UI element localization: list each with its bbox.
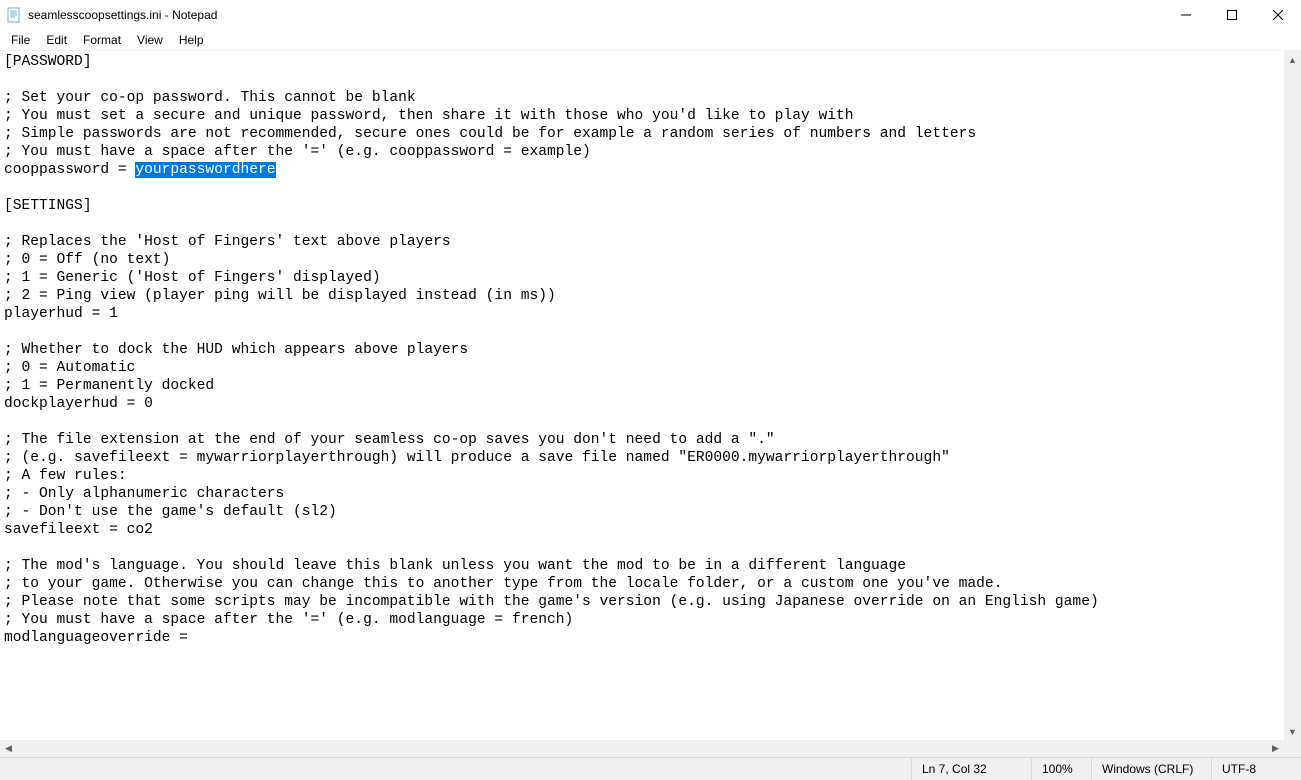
editor-area: [PASSWORD]; Set your co-op password. Thi…	[0, 50, 1301, 757]
menu-file[interactable]: File	[4, 31, 37, 49]
text-selection: yourpasswordhere	[135, 162, 275, 178]
window-title: seamlesscoopsettings.ini - Notepad	[28, 8, 217, 22]
text-editor[interactable]: [PASSWORD]; Set your co-op password. Thi…	[0, 51, 1284, 740]
notepad-icon	[6, 7, 22, 23]
horizontal-scrollbar[interactable]: ◀ ▶	[0, 740, 1284, 757]
window-controls	[1163, 0, 1301, 30]
menu-help[interactable]: Help	[172, 31, 211, 49]
statusbar: Ln 7, Col 32 100% Windows (CRLF) UTF-8	[0, 757, 1301, 780]
vertical-scrollbar[interactable]: ▲ ▼	[1284, 51, 1301, 740]
close-button[interactable]	[1255, 0, 1301, 30]
menu-edit[interactable]: Edit	[39, 31, 74, 49]
scroll-corner	[1284, 740, 1301, 757]
minimize-button[interactable]	[1163, 0, 1209, 30]
scroll-left-icon[interactable]: ◀	[0, 740, 17, 757]
status-line-ending: Windows (CRLF)	[1091, 758, 1211, 780]
menubar: File Edit Format View Help	[0, 30, 1301, 50]
status-zoom: 100%	[1031, 758, 1091, 780]
status-position: Ln 7, Col 32	[911, 758, 1031, 780]
scroll-right-icon[interactable]: ▶	[1267, 740, 1284, 757]
scroll-up-icon[interactable]: ▲	[1284, 51, 1301, 68]
scroll-down-icon[interactable]: ▼	[1284, 723, 1301, 740]
status-encoding: UTF-8	[1211, 758, 1301, 780]
menu-view[interactable]: View	[130, 31, 170, 49]
titlebar[interactable]: seamlesscoopsettings.ini - Notepad	[0, 0, 1301, 30]
menu-format[interactable]: Format	[76, 31, 128, 49]
maximize-button[interactable]	[1209, 0, 1255, 30]
